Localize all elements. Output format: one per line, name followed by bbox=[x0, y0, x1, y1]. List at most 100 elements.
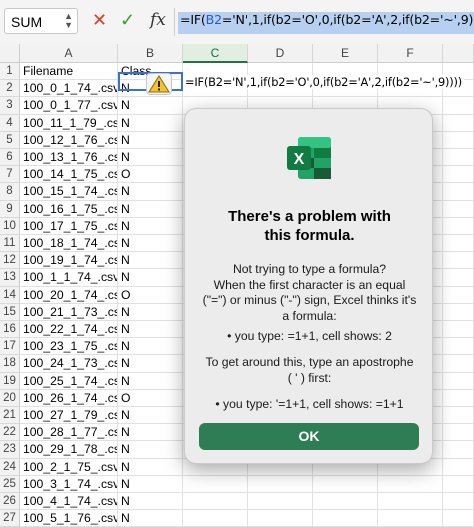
cell-g-8[interactable] bbox=[443, 183, 474, 201]
column-header-e[interactable]: E bbox=[313, 44, 378, 63]
cell-b-26[interactable]: N bbox=[118, 493, 183, 511]
cell-b-10[interactable]: N bbox=[118, 217, 183, 235]
row-header[interactable]: 26 bbox=[0, 493, 20, 511]
cell-a-19[interactable]: 100_25_1_74_.csv bbox=[20, 372, 118, 390]
cell-b-8[interactable]: N bbox=[118, 183, 183, 201]
cell-g-11[interactable] bbox=[443, 235, 474, 253]
cell-b-9[interactable]: N bbox=[118, 200, 183, 218]
ok-button[interactable]: OK bbox=[199, 423, 419, 450]
cell-b-22[interactable]: N bbox=[118, 424, 183, 442]
column-header-d[interactable]: D bbox=[248, 44, 313, 63]
cell-c-27[interactable] bbox=[183, 510, 248, 527]
formula-input[interactable]: =IF(B2='N',1,if(b2='O',0,if(b2='A',2,if(… bbox=[178, 12, 474, 34]
cell-g-10[interactable] bbox=[443, 217, 474, 235]
cell-g-5[interactable] bbox=[443, 131, 474, 149]
row-header[interactable]: 25 bbox=[0, 475, 20, 493]
row-header[interactable]: 24 bbox=[0, 458, 20, 476]
cell-a-14[interactable]: 100_20_1_74_.csv bbox=[20, 286, 118, 304]
cell-g-15[interactable] bbox=[443, 303, 474, 321]
cell-a-7[interactable]: 100_14_1_75_.csv bbox=[20, 166, 118, 184]
cell-b-18[interactable]: N bbox=[118, 355, 183, 373]
cell-a-17[interactable]: 100_23_1_75_.csv bbox=[20, 338, 118, 356]
cell-a-3[interactable]: 100_0_1_77_.csv bbox=[20, 97, 118, 115]
column-header-a[interactable]: A bbox=[20, 44, 118, 63]
cell-a-21[interactable]: 100_27_1_79_.csv bbox=[20, 407, 118, 425]
cell-b-13[interactable]: N bbox=[118, 269, 183, 287]
cell-g-7[interactable] bbox=[443, 166, 474, 184]
row-header[interactable]: 11 bbox=[0, 235, 20, 253]
cell-b-23[interactable]: N bbox=[118, 441, 183, 459]
cell-d-25[interactable] bbox=[248, 475, 313, 493]
cell-g-4[interactable] bbox=[443, 114, 474, 132]
cell-g-19[interactable] bbox=[443, 372, 474, 390]
cell-b-25[interactable]: N bbox=[118, 475, 183, 493]
insert-function-icon[interactable]: fx bbox=[150, 10, 166, 30]
cell-b-12[interactable]: N bbox=[118, 252, 183, 270]
cell-a-18[interactable]: 100_24_1_73_.csv bbox=[20, 355, 118, 373]
row-header[interactable]: 27 bbox=[0, 510, 20, 527]
cell-g-26[interactable] bbox=[443, 493, 474, 511]
cell-a-26[interactable]: 100_4_1_74_.csv bbox=[20, 493, 118, 511]
cell-a-1[interactable]: Filename bbox=[20, 63, 118, 81]
row-header[interactable]: 17 bbox=[0, 338, 20, 356]
cell-g-12[interactable] bbox=[443, 252, 474, 270]
row-header[interactable]: 13 bbox=[0, 269, 20, 287]
cell-g-6[interactable] bbox=[443, 149, 474, 167]
cell-b-7[interactable]: O bbox=[118, 166, 183, 184]
cell-a-10[interactable]: 100_17_1_75_.csv bbox=[20, 217, 118, 235]
cell-e-27[interactable] bbox=[313, 510, 378, 527]
cell-b-16[interactable]: N bbox=[118, 321, 183, 339]
cell-g-23[interactable] bbox=[443, 441, 474, 459]
cell-g-22[interactable] bbox=[443, 424, 474, 442]
cell-g-25[interactable] bbox=[443, 475, 474, 493]
cell-g-21[interactable] bbox=[443, 407, 474, 425]
name-box[interactable]: SUM ▲ ▼ bbox=[4, 8, 78, 34]
name-box-stepper-icon[interactable]: ▲ ▼ bbox=[64, 12, 73, 30]
cell-a-27[interactable]: 100_5_1_76_.csv bbox=[20, 510, 118, 527]
cell-a-6[interactable]: 100_13_1_76_.csv bbox=[20, 149, 118, 167]
cell-e-26[interactable] bbox=[313, 493, 378, 511]
cell-a-5[interactable]: 100_12_1_76_.csv bbox=[20, 131, 118, 149]
cell-a-11[interactable]: 100_18_1_74_.csv bbox=[20, 235, 118, 253]
cell-b-11[interactable]: N bbox=[118, 235, 183, 253]
cell-b-15[interactable]: N bbox=[118, 303, 183, 321]
row-header[interactable]: 4 bbox=[0, 114, 20, 132]
row-header[interactable]: 1 bbox=[0, 63, 20, 81]
row-header[interactable]: 15 bbox=[0, 303, 20, 321]
row-header[interactable]: 20 bbox=[0, 389, 20, 407]
cell-a-22[interactable]: 100_28_1_77_.csv bbox=[20, 424, 118, 442]
column-header-b[interactable]: B bbox=[118, 44, 183, 63]
cell-a-25[interactable]: 100_3_1_74_.csv bbox=[20, 475, 118, 493]
row-header[interactable]: 22 bbox=[0, 424, 20, 442]
cell-f-27[interactable] bbox=[378, 510, 443, 527]
cancel-icon[interactable]: ✕ bbox=[92, 10, 107, 30]
cell-a-15[interactable]: 100_21_1_73_.csv bbox=[20, 303, 118, 321]
cell-b-3[interactable]: N bbox=[118, 97, 183, 115]
cell-a-20[interactable]: 100_26_1_74_.csv bbox=[20, 389, 118, 407]
column-header-g[interactable] bbox=[443, 44, 474, 63]
row-header[interactable]: 6 bbox=[0, 149, 20, 167]
row-header[interactable]: 16 bbox=[0, 321, 20, 339]
row-header[interactable]: 21 bbox=[0, 407, 20, 425]
select-all-corner[interactable] bbox=[0, 44, 20, 63]
cell-b-21[interactable]: N bbox=[118, 407, 183, 425]
cell-a-12[interactable]: 100_19_1_74_.csv bbox=[20, 252, 118, 270]
cell-b-14[interactable]: O bbox=[118, 286, 183, 304]
cell-c-25[interactable] bbox=[183, 475, 248, 493]
row-header[interactable]: 7 bbox=[0, 166, 20, 184]
cell-g-9[interactable] bbox=[443, 200, 474, 218]
row-header[interactable]: 14 bbox=[0, 286, 20, 304]
cell-b-17[interactable]: N bbox=[118, 338, 183, 356]
row-header[interactable]: 23 bbox=[0, 441, 20, 459]
cell-g-18[interactable] bbox=[443, 355, 474, 373]
enter-icon[interactable]: ✓ bbox=[120, 10, 135, 30]
cell-g-14[interactable] bbox=[443, 286, 474, 304]
cell-b-27[interactable]: N bbox=[118, 510, 183, 527]
row-header[interactable]: 19 bbox=[0, 372, 20, 390]
cell-f-25[interactable] bbox=[378, 475, 443, 493]
cell-g-16[interactable] bbox=[443, 321, 474, 339]
cell-g-13[interactable] bbox=[443, 269, 474, 287]
cell-g-27[interactable] bbox=[443, 510, 474, 527]
cell-d-27[interactable] bbox=[248, 510, 313, 527]
cell-b-19[interactable]: N bbox=[118, 372, 183, 390]
